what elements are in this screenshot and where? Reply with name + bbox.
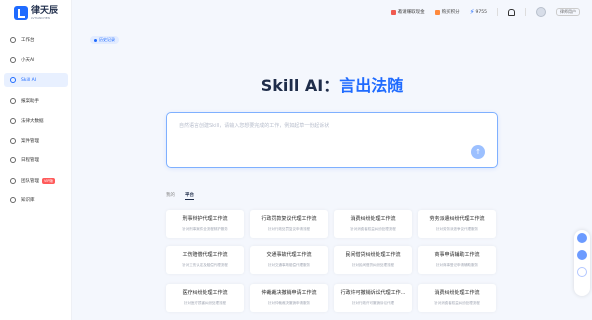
card-title: 消费纠纷处理工作流	[350, 216, 396, 222]
card-desc: 针对仲裁裁决撤销申请服务	[268, 301, 310, 305]
card-title: 工伤赔偿代理工作流	[182, 252, 228, 258]
invite-label: 邀请赚取现金	[397, 10, 425, 15]
title-prefix: Skill AI：	[260, 76, 340, 95]
sidebar-item-label: 报案助手	[21, 99, 39, 104]
card-desc: 针对民间借贷纠纷处理流程	[352, 263, 394, 267]
bolt-icon: ⚡	[469, 7, 475, 16]
sidebar-item-label: 工作台	[21, 38, 35, 43]
card-title: 民间借贷纠纷处理工作流	[345, 252, 401, 258]
help-icon[interactable]	[577, 233, 587, 243]
folder-icon	[10, 138, 16, 144]
card-desc: 针对工伤认定及赔偿代理流程	[182, 263, 228, 267]
workflow-card[interactable]: 行政罚款复议代理工作流 针对行政处罚复议申请流程	[250, 210, 328, 238]
chat-icon	[10, 57, 16, 63]
sidebar-item-label: 团队管理	[21, 179, 39, 184]
card-desc: 针对劳务派遣争议代理服务	[436, 227, 478, 231]
sidebar-item-knowledge[interactable]: 知识库	[4, 193, 68, 207]
workflow-card[interactable]: 刑事辩护代理工作流 针对刑事案件全流程辩护服务	[166, 210, 244, 238]
floating-toolbar	[574, 230, 590, 296]
home-icon	[10, 37, 16, 43]
invite-link[interactable]: 邀请赚取现金	[390, 9, 425, 15]
divider	[497, 8, 498, 16]
title-accent: 言出法随	[339, 76, 404, 95]
book-icon	[10, 197, 16, 203]
workflow-card[interactable]: 消费纠纷处理工作流 针对消费者权益纠纷处理流程	[334, 210, 412, 238]
workflow-card[interactable]: 工伤赔偿代理工作流 针对工伤认定及赔偿代理流程	[166, 246, 244, 274]
prompt-input[interactable]: 自然语言创建Skill，请输入您想要完成的工作，例如起草一份起诉状 ↑	[166, 112, 498, 168]
history-button[interactable]: 历史记录	[90, 36, 119, 44]
tabs: 我的 平台	[166, 192, 194, 200]
card-desc: 针对行政许可撤销诉讼代理	[352, 301, 394, 305]
sidebar-item-label: 知识库	[21, 198, 35, 203]
team-icon	[10, 178, 16, 184]
card-desc: 针对商事登记申请辅助服务	[436, 263, 478, 267]
sidebar-item-team[interactable]: 团队管理 VIP版	[4, 174, 68, 188]
buy-label: 购买积分	[441, 10, 460, 15]
card-title: 行政许可撤销诉讼代理工作...	[340, 290, 406, 296]
card-desc: 针对刑事案件全流程辩护服务	[182, 227, 228, 231]
workflow-card[interactable]: 交通事故代理工作流 针对交通事故赔偿代理服务	[250, 246, 328, 274]
workflow-card[interactable]: 医疗纠纷处理工作流 针对医疗损害纠纷处理流程	[166, 284, 244, 312]
workflow-card[interactable]: 仲裁裁决撤销申请工作流 针对仲裁裁决撤销申请服务	[250, 284, 328, 312]
sidebar-item-label: 日程管理	[21, 158, 39, 163]
buy-points-link[interactable]: 购买积分	[434, 9, 460, 15]
database-icon	[10, 118, 16, 124]
card-desc: 针对行政处罚复议申请流程	[268, 227, 310, 231]
brand-sub: LVTIANCHEN	[31, 15, 50, 20]
bell-icon[interactable]	[508, 8, 515, 16]
tab-mine[interactable]: 我的	[166, 192, 175, 200]
sidebar-item-workbench[interactable]: 工作台	[4, 33, 68, 47]
sidebar-item-legal-data[interactable]: 法律大数据	[4, 114, 68, 128]
sidebar-item-case-assistant[interactable]: 报案助手	[4, 94, 68, 108]
sidebar-item-case-management[interactable]: 案件管理	[4, 134, 68, 148]
card-title: 刑事辩护代理工作流	[182, 216, 228, 222]
sidebar: 律天辰 LVTIANCHEN 工作台 小天AI Skill AI 报案助手 法律…	[0, 0, 72, 320]
card-desc: 针对医疗损害纠纷处理流程	[184, 301, 226, 305]
brand-name: 律天辰	[31, 5, 59, 16]
assistant-icon	[10, 98, 16, 104]
card-title: 商事申请辅助工作流	[434, 252, 480, 258]
tab-platform[interactable]: 平台	[185, 192, 194, 200]
sidebar-item-xiaotian-ai[interactable]: 小天AI	[4, 53, 68, 67]
card-title: 劳务派遣纠纷代理工作流	[429, 216, 485, 222]
logo-icon	[14, 6, 28, 20]
avatar[interactable]	[536, 7, 546, 17]
top-icon[interactable]	[577, 267, 587, 277]
logo[interactable]: 律天辰 LVTIANCHEN	[14, 4, 58, 22]
sidebar-item-schedule[interactable]: 日程管理	[4, 153, 68, 167]
workflow-card[interactable]: 商事申请辅助工作流 针对商事登记申请辅助服务	[418, 246, 496, 274]
card-title: 消费纠纷处理工作流	[434, 290, 480, 296]
send-button[interactable]: ↑	[471, 145, 485, 159]
prompt-placeholder: 自然语言创建Skill，请输入您想要完成的工作，例如起草一份起诉状	[179, 123, 330, 129]
card-desc: 针对消费者权益纠纷处理流程	[434, 301, 480, 305]
card-desc: 针对交通事故赔偿代理服务	[268, 263, 310, 267]
workflow-card[interactable]: 民间借贷纠纷处理工作流 针对民间借贷纠纷处理流程	[334, 246, 412, 274]
vip-badge: VIP版	[42, 178, 56, 184]
card-desc: 针对消费者权益纠纷处理流程	[350, 227, 396, 231]
user-name[interactable]: 律师用户	[556, 8, 580, 16]
points-balance[interactable]: ⚡ 9755	[469, 7, 487, 16]
card-title: 行政罚款复议代理工作流	[261, 216, 317, 222]
divider	[525, 8, 526, 16]
card-title: 医疗纠纷处理工作流	[182, 290, 228, 296]
workflow-card[interactable]: 消费纠纷处理工作流 针对消费者权益纠纷处理流程	[418, 284, 496, 312]
history-label: 历史记录	[99, 37, 115, 42]
service-icon[interactable]	[577, 250, 587, 260]
history-icon	[94, 38, 97, 42]
workflow-card[interactable]: 劳务派遣纠纷代理工作流 针对劳务派遣争议代理服务	[418, 210, 496, 238]
card-title: 交通事故代理工作流	[266, 252, 312, 258]
workflow-card[interactable]: 行政许可撤销诉讼代理工作... 针对行政许可撤销诉讼代理	[334, 284, 412, 312]
cart-icon	[434, 9, 440, 15]
points-value: 9755	[475, 9, 487, 15]
gift-icon	[390, 9, 396, 15]
card-title: 仲裁裁决撤销申请工作流	[261, 290, 317, 296]
sidebar-item-label: 法律大数据	[21, 119, 44, 124]
topbar: 邀请赚取现金 购买积分 ⚡ 9755 律师用户	[72, 0, 592, 24]
sidebar-item-label: 案件管理	[21, 139, 39, 144]
page-title: Skill AI：言出法随	[0, 72, 592, 96]
sidebar-item-label: 小天AI	[21, 58, 35, 63]
calendar-icon	[10, 157, 16, 163]
